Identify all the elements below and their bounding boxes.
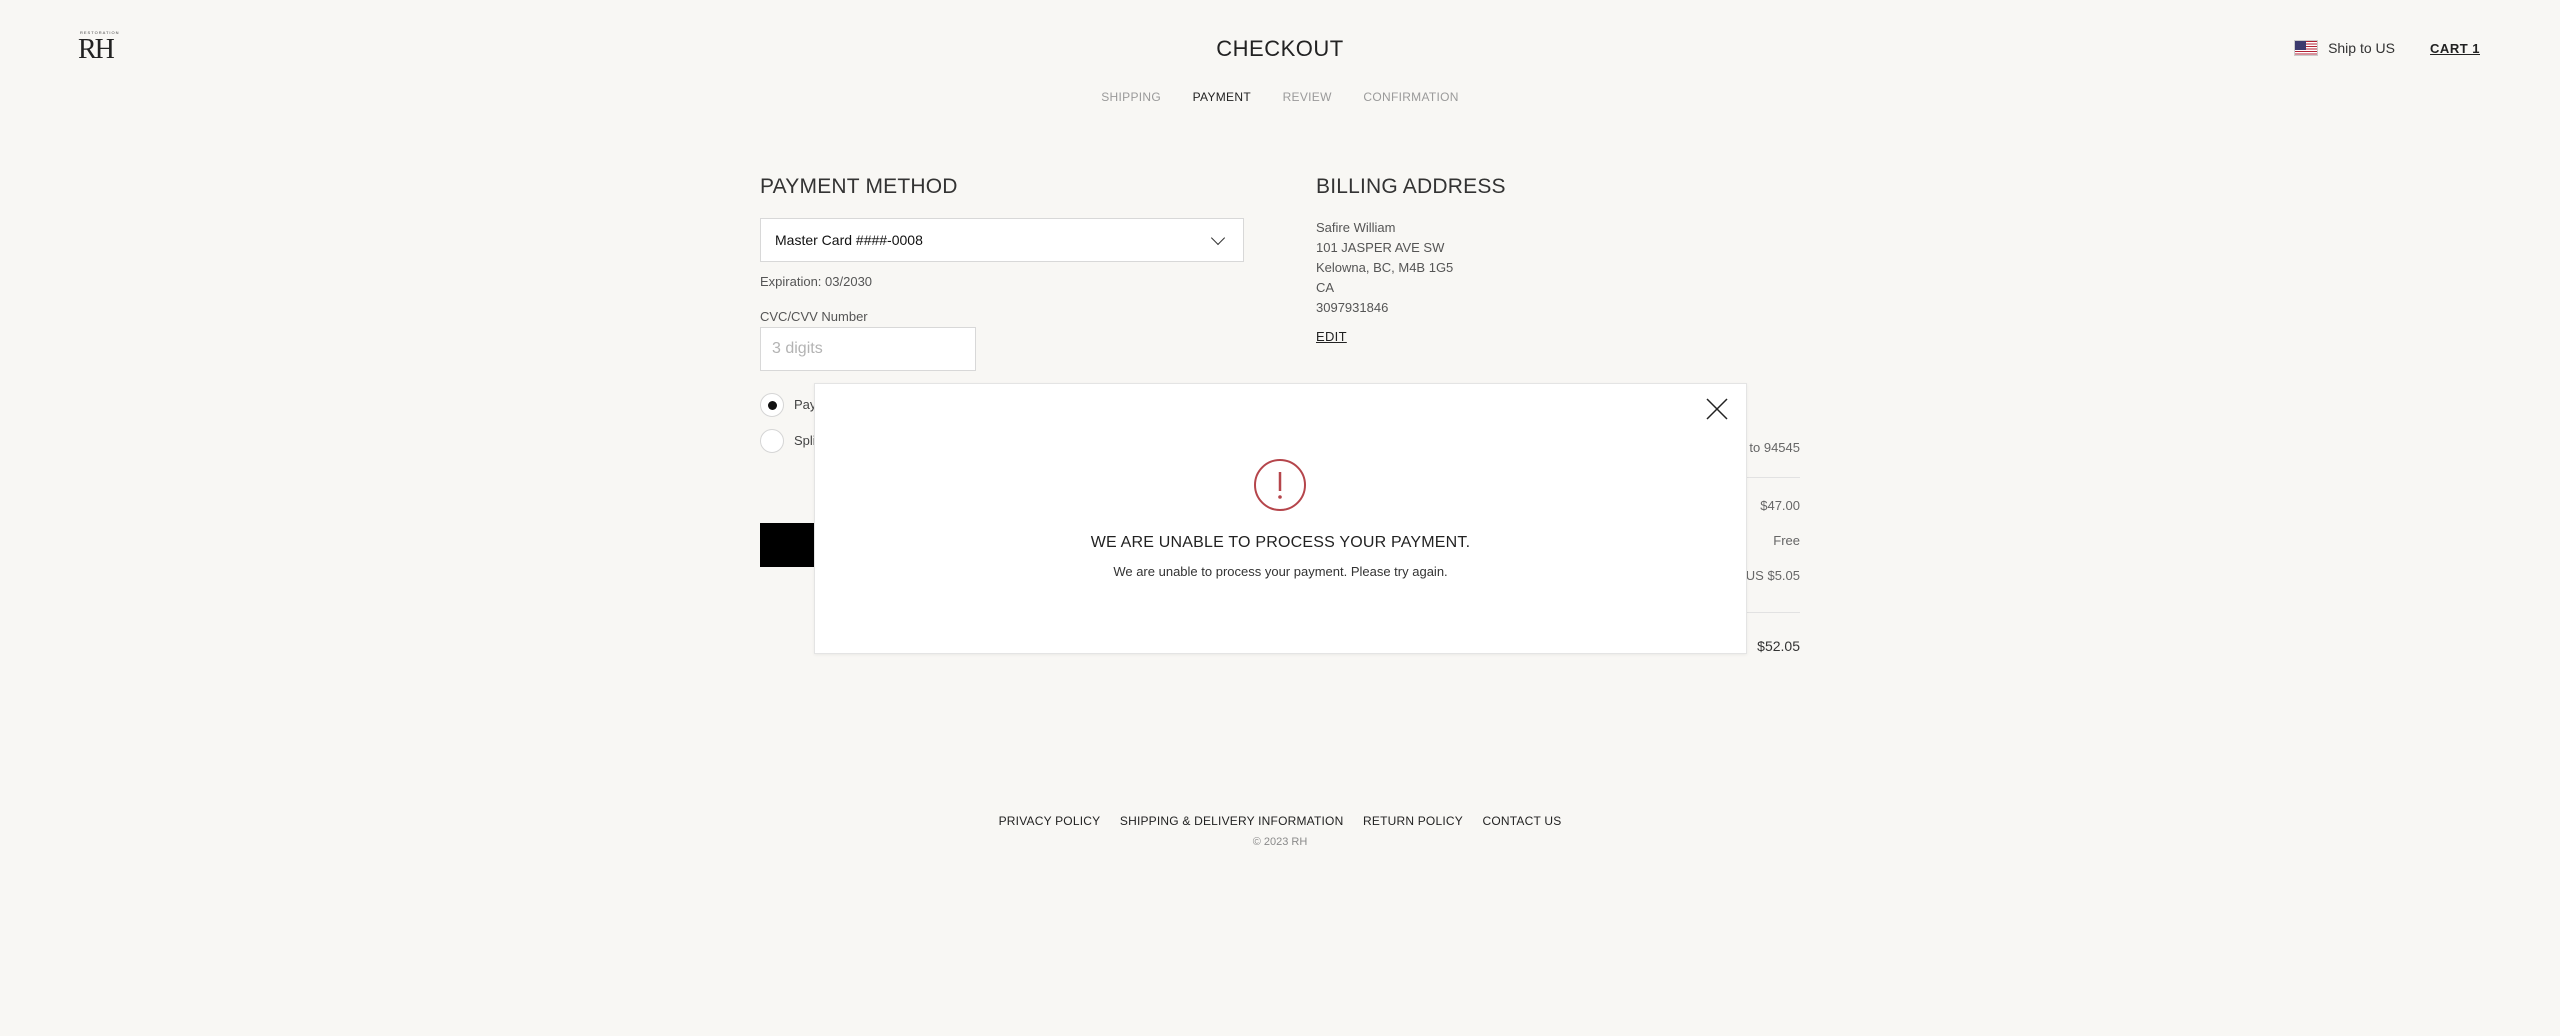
modal-title: WE ARE UNABLE TO PROCESS YOUR PAYMENT. [1090, 534, 1471, 551]
checkout-steps: SHIPPING PAYMENT REVIEW CONFIRMATION [0, 90, 2560, 104]
edit-billing-link[interactable]: EDIT [1316, 329, 1347, 344]
ship-to-selector[interactable]: Ship to US [2294, 40, 2395, 56]
summary-divider [1746, 612, 1800, 613]
summary-ship-zip: to 94545 [1749, 440, 1800, 455]
billing-city: Kelowna, BC, M4B 1G5 [1316, 260, 1454, 275]
summary-subtotal: $47.00 [1760, 498, 1800, 513]
billing-name: Safire William [1316, 220, 1396, 235]
billing-street: 101 JASPER AVE SW [1316, 240, 1445, 255]
payment-option-radio-split[interactable] [760, 429, 784, 453]
contact-us-link[interactable]: CONTACT US [1483, 814, 1562, 828]
privacy-policy-link[interactable]: PRIVACY POLICY [999, 814, 1101, 828]
modal-message: We are unable to process your payment. P… [1113, 564, 1448, 579]
warning-icon [1253, 458, 1307, 512]
continue-button[interactable] [760, 523, 820, 567]
cvc-label: CVC/CVV Number [760, 309, 868, 324]
close-icon[interactable] [1702, 394, 1732, 424]
step-payment: PAYMENT [1192, 90, 1251, 104]
chevron-down-icon [1210, 230, 1226, 245]
return-policy-link[interactable]: RETURN POLICY [1363, 814, 1463, 828]
card-select-value: Master Card ####-0008 [775, 232, 923, 248]
payment-option-radio-pay[interactable] [760, 393, 784, 417]
billing-address-heading: BILLING ADDRESS [1316, 175, 1506, 198]
payment-option-label-split: Spli [794, 433, 816, 448]
summary-divider [1746, 477, 1800, 478]
step-shipping[interactable]: SHIPPING [1101, 90, 1161, 104]
billing-phone: 3097931846 [1316, 300, 1389, 315]
payment-method-heading: PAYMENT METHOD [760, 175, 958, 198]
billing-address: Safire William 101 JASPER AVE SW Kelowna… [1316, 218, 1453, 318]
step-confirmation: CONFIRMATION [1363, 90, 1459, 104]
card-expiration: Expiration: 03/2030 [760, 274, 873, 289]
us-flag-icon [2294, 40, 2319, 56]
cvc-input[interactable] [760, 327, 976, 371]
step-review: REVIEW [1282, 90, 1332, 104]
summary-shipping: Free [1773, 533, 1800, 548]
footer-links: PRIVACY POLICY SHIPPING & DELIVERY INFOR… [0, 814, 2560, 828]
billing-country: CA [1316, 280, 1335, 295]
summary-tax: US $5.05 [1745, 568, 1800, 583]
ship-to-label: Ship to US [2328, 40, 2395, 56]
summary-total: $52.05 [1757, 638, 1800, 654]
cart-link[interactable]: CART 1 [2430, 41, 2480, 56]
page-title: CHECKOUT [1216, 36, 1344, 61]
card-select[interactable]: Master Card ####-0008 [760, 218, 1244, 262]
copyright: © 2023 RH [1252, 836, 1308, 848]
shipping-info-link[interactable]: SHIPPING & DELIVERY INFORMATION [1120, 814, 1344, 828]
payment-error-modal: WE ARE UNABLE TO PROCESS YOUR PAYMENT. W… [814, 383, 1747, 654]
